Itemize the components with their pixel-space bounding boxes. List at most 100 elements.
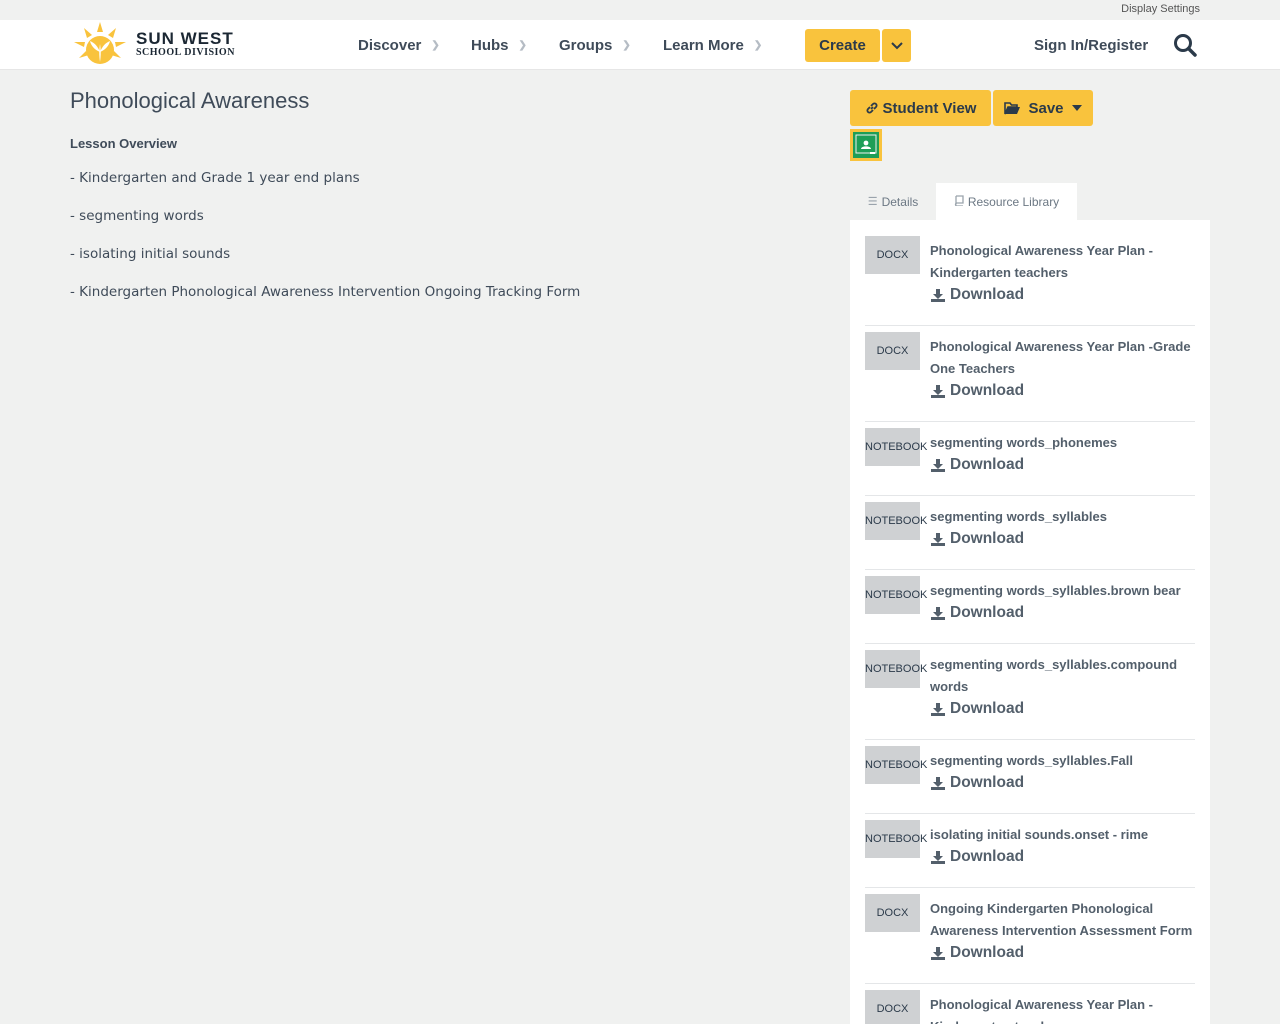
overview-item: - Kindergarten Phonological Awareness In… bbox=[70, 284, 581, 300]
download-link[interactable]: Download bbox=[930, 456, 1024, 474]
download-icon bbox=[931, 776, 945, 790]
sign-in-register-link[interactable]: Sign In/Register bbox=[1034, 20, 1148, 70]
link-icon bbox=[866, 102, 877, 114]
download-link[interactable]: Download bbox=[930, 604, 1024, 622]
tab-details-label: Details bbox=[881, 194, 919, 209]
google-classroom-icon bbox=[853, 132, 879, 158]
file-type-badge: NOTEBOOK bbox=[865, 576, 927, 614]
site-logo[interactable]: SUN WEST SCHOOL DIVISION bbox=[70, 20, 240, 68]
resource-title: segmenting words_syllables bbox=[930, 509, 1108, 524]
overview-item: - Kindergarten and Grade 1 year end plan… bbox=[70, 170, 360, 186]
nav-hubs-label: Hubs bbox=[471, 36, 509, 54]
caret-down-icon bbox=[1071, 105, 1082, 111]
nav-discover-label: Discover bbox=[358, 36, 422, 54]
list-icon: ☰ bbox=[867, 196, 878, 208]
nav-discover[interactable]: Discover ❯ bbox=[358, 20, 440, 70]
download-link[interactable]: Download bbox=[930, 530, 1024, 548]
divider bbox=[865, 569, 1195, 570]
student-view-button[interactable]: Student View bbox=[850, 90, 991, 126]
download-label: Download bbox=[950, 848, 1025, 865]
download-icon bbox=[931, 288, 945, 302]
nav-groups[interactable]: Groups ❯ bbox=[559, 20, 631, 70]
book-icon bbox=[954, 194, 964, 209]
file-type-badge: NOTEBOOK bbox=[865, 428, 927, 466]
save-button[interactable]: Save bbox=[993, 90, 1093, 126]
download-label: Download bbox=[950, 774, 1025, 791]
nav-hubs[interactable]: Hubs ❯ bbox=[471, 20, 527, 70]
file-type-badge: DOCX bbox=[865, 894, 920, 932]
divider bbox=[865, 643, 1195, 644]
download-link[interactable]: Download bbox=[930, 944, 1024, 962]
resource-title: segmenting words_syllables.Fall bbox=[930, 753, 1134, 768]
download-link[interactable]: Download bbox=[930, 774, 1024, 792]
nav-groups-label: Groups bbox=[559, 36, 613, 54]
create-button[interactable]: Create bbox=[805, 29, 880, 62]
chevron-down-icon: ❯ bbox=[518, 39, 527, 51]
divider bbox=[865, 813, 1195, 814]
utility-bar: Display Settings bbox=[0, 0, 1280, 20]
search-icon bbox=[1174, 34, 1197, 57]
chevron-down-icon bbox=[890, 42, 903, 50]
page-title: Phonological Awareness bbox=[70, 88, 310, 113]
site-header: SUN WEST SCHOOL DIVISION Discover ❯ Hubs… bbox=[0, 20, 1280, 70]
display-settings-link[interactable]: Display Settings bbox=[1121, 3, 1200, 15]
download-link[interactable]: Download bbox=[930, 700, 1024, 718]
lesson-overview-heading: Lesson Overview bbox=[70, 136, 177, 151]
resource-item: DOCX Phonological Awareness Year Plan - … bbox=[865, 236, 1195, 326]
file-type-badge: DOCX bbox=[865, 990, 920, 1024]
resource-item: DOCX Phonological Awareness Year Plan - … bbox=[865, 990, 1195, 1024]
file-type-badge: NOTEBOOK bbox=[865, 502, 927, 540]
resource-item: NOTEBOOK segmenting words_syllables.comp… bbox=[865, 650, 1195, 740]
tab-resource-library[interactable]: Resource Library bbox=[936, 183, 1077, 220]
resource-item: NOTEBOOK segmenting words_syllables.Fall… bbox=[865, 746, 1195, 812]
download-icon bbox=[931, 946, 945, 960]
download-link[interactable]: Download bbox=[930, 848, 1024, 866]
divider bbox=[865, 421, 1195, 422]
download-label: Download bbox=[950, 700, 1025, 717]
resource-item: NOTEBOOK segmenting words_phonemes Downl… bbox=[865, 428, 1195, 494]
download-label: Download bbox=[950, 286, 1025, 303]
resource-title: segmenting words_syllables.compound word… bbox=[930, 657, 1178, 694]
nav-learn-more-label: Learn More bbox=[663, 36, 744, 54]
nav-learn-more[interactable]: Learn More ❯ bbox=[663, 20, 762, 70]
download-icon bbox=[931, 532, 945, 546]
overview-item: - segmenting words bbox=[70, 208, 204, 224]
divider bbox=[865, 983, 1195, 984]
divider bbox=[865, 739, 1195, 740]
search-button[interactable] bbox=[1172, 32, 1198, 58]
divider bbox=[865, 325, 1195, 326]
resource-title: Phonological Awareness Year Plan -Grade … bbox=[930, 339, 1191, 376]
download-label: Download bbox=[950, 456, 1025, 473]
tab-details[interactable]: ☰ Details bbox=[850, 183, 936, 220]
resource-item: NOTEBOOK segmenting words_syllables Down… bbox=[865, 502, 1195, 568]
google-classroom-share-button[interactable] bbox=[850, 129, 882, 161]
resource-item: DOCX Phonological Awareness Year Plan -G… bbox=[865, 332, 1195, 422]
download-label: Download bbox=[950, 604, 1025, 621]
resource-title: Ongoing Kindergarten Phonological Awaren… bbox=[930, 901, 1193, 938]
chevron-down-icon: ❯ bbox=[622, 39, 631, 51]
download-icon bbox=[931, 606, 945, 620]
download-link[interactable]: Download bbox=[930, 382, 1024, 400]
resource-title: isolating initial sounds.onset - rime bbox=[930, 827, 1149, 842]
download-icon bbox=[931, 384, 945, 398]
download-icon bbox=[931, 850, 945, 864]
create-dropdown-button[interactable] bbox=[882, 29, 911, 62]
resource-title: segmenting words_syllables.brown bear bbox=[930, 583, 1181, 598]
file-type-badge: NOTEBOOK bbox=[865, 820, 927, 858]
student-view-label: Student View bbox=[882, 99, 977, 117]
folder-open-icon bbox=[1004, 101, 1021, 114]
sun-logo-icon bbox=[74, 22, 126, 64]
resource-title: segmenting words_phonemes bbox=[930, 435, 1118, 450]
file-type-badge: DOCX bbox=[865, 332, 920, 370]
download-icon bbox=[931, 702, 945, 716]
download-label: Download bbox=[950, 382, 1025, 399]
download-link[interactable]: Download bbox=[930, 286, 1024, 304]
download-icon bbox=[931, 458, 945, 472]
tab-resource-library-label: Resource Library bbox=[967, 194, 1060, 209]
resource-title: Phonological Awareness Year Plan - Kinde… bbox=[930, 243, 1154, 280]
download-label: Download bbox=[950, 944, 1025, 961]
resource-item: NOTEBOOK segmenting words_syllables.brow… bbox=[865, 576, 1195, 642]
file-type-badge: NOTEBOOK bbox=[865, 746, 927, 784]
logo-title: SUN WEST bbox=[136, 28, 234, 48]
overview-item: - isolating initial sounds bbox=[70, 246, 231, 262]
